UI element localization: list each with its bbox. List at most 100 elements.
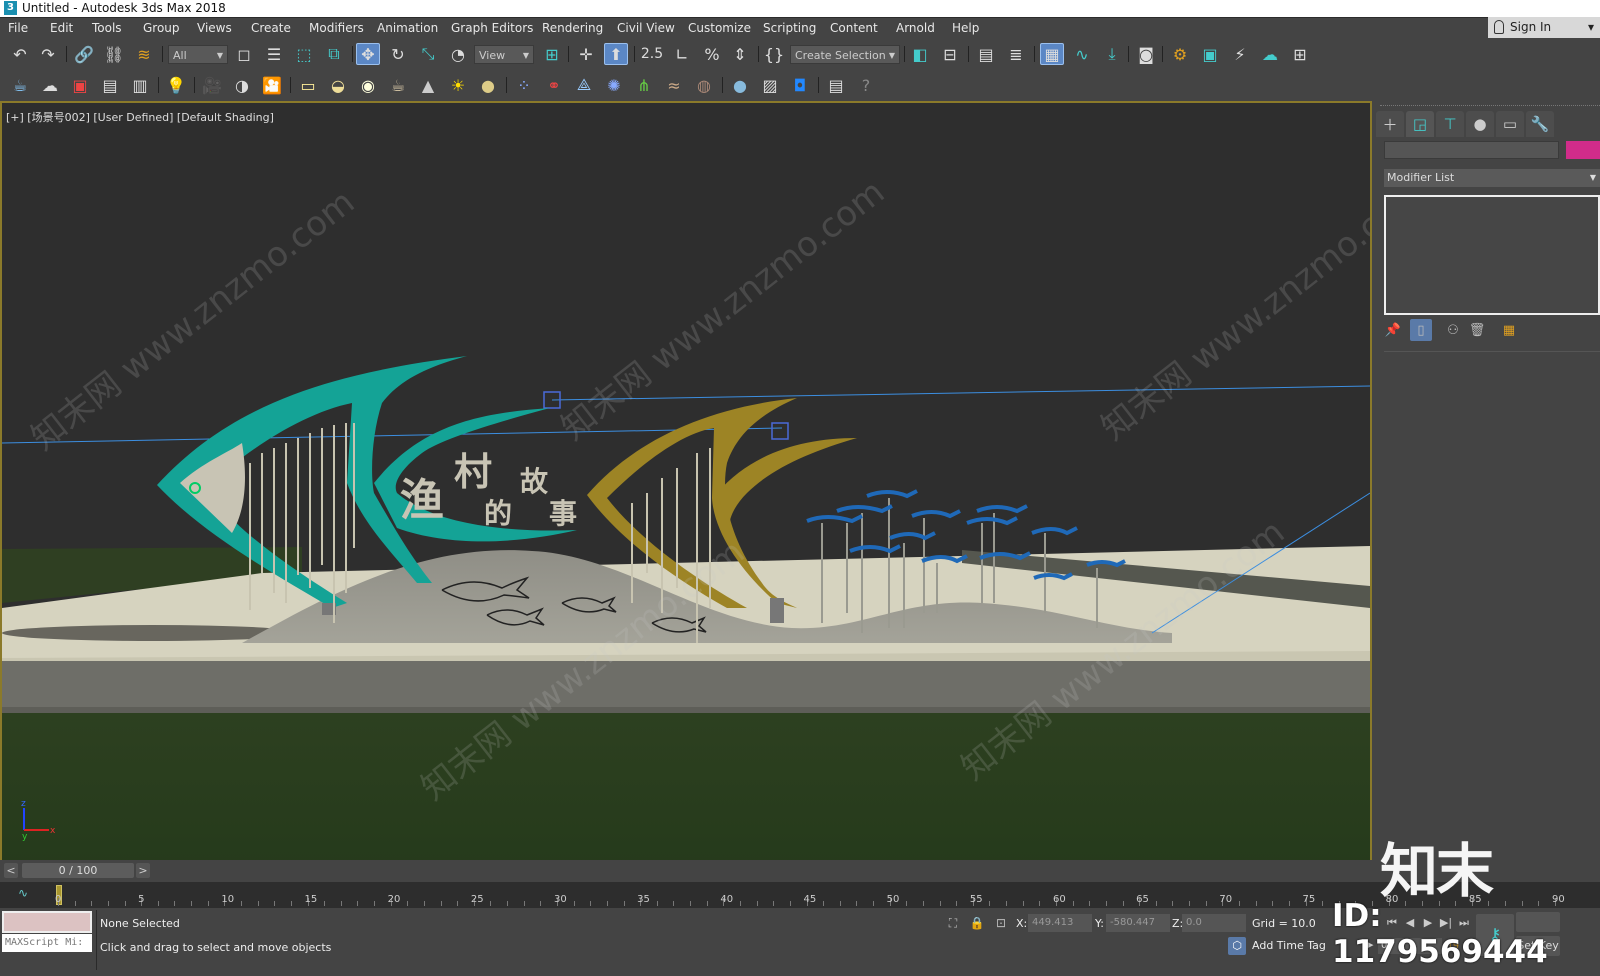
pyramid-icon[interactable]: ⟁	[572, 74, 596, 96]
select-manipulate-icon[interactable]: ✛	[574, 43, 598, 65]
unlink-icon[interactable]: ⛓	[102, 43, 126, 65]
help-icon[interactable]: ?	[854, 74, 878, 96]
grass-icon[interactable]: ⋔	[632, 74, 656, 96]
spinner-snap-icon[interactable]: ⇕	[728, 43, 752, 65]
tab-create[interactable]: ＋	[1376, 111, 1404, 137]
cloud-icon[interactable]: ☁	[38, 74, 62, 96]
camera-target-icon[interactable]: ◑	[230, 74, 254, 96]
configure-modifier-sets-icon[interactable]: ▦	[1498, 319, 1520, 341]
menu-file[interactable]: File	[8, 21, 28, 35]
grid-dots-icon[interactable]: ⁘	[512, 74, 536, 96]
menu-tools[interactable]: Tools	[92, 21, 122, 35]
select-object-icon[interactable]: ◻	[232, 43, 256, 65]
script-editor-icon[interactable]: ▤	[824, 74, 848, 96]
physical-camera-icon[interactable]: 🎦	[260, 74, 284, 96]
tab-modify[interactable]: ◲	[1406, 111, 1434, 137]
render-cloud-icon[interactable]: ☁	[1258, 43, 1282, 65]
time-next-button[interactable]: >	[136, 863, 150, 878]
menu-views[interactable]: Views	[197, 21, 232, 35]
chevron-down-icon[interactable]: ▾	[1588, 17, 1594, 38]
panel-grip[interactable]	[1380, 105, 1600, 108]
curve-editor-mini-icon[interactable]: ∿	[18, 886, 28, 900]
rendered-frame-window-icon[interactable]: ▣	[1198, 43, 1222, 65]
virus-icon[interactable]: ✺	[602, 74, 626, 96]
bind-space-warp-icon[interactable]: ≋	[132, 43, 156, 65]
link-icon[interactable]: 🔗	[72, 43, 96, 65]
reference-coordinate-dropdown[interactable]: View ▼	[474, 45, 534, 64]
angle-snap-icon[interactable]: ∟	[670, 43, 694, 65]
tab-hierarchy[interactable]: ⊤	[1436, 111, 1464, 137]
light-lister-icon[interactable]: 💡	[164, 74, 188, 96]
render-viewports-icon[interactable]: ⊞	[1288, 43, 1312, 65]
render-region-icon[interactable]: ◘	[788, 74, 812, 96]
object-color-swatch[interactable]	[1566, 141, 1600, 159]
selection-lock-icon[interactable]: 🔒	[968, 914, 986, 932]
selection-filter-dropdown[interactable]: All ▼	[168, 45, 228, 64]
sign-in-button[interactable]: Sign In ▾	[1488, 17, 1600, 38]
snaps-toggle-icon[interactable]: 2.5	[640, 43, 664, 65]
panel-icon[interactable]: ▤	[98, 74, 122, 96]
molecule-icon[interactable]: ⚭	[542, 74, 566, 96]
select-scale-icon[interactable]: ⤡	[416, 43, 440, 65]
add-time-tag-button[interactable]: ⬡ Add Time Tag	[1228, 936, 1326, 956]
material-browser-icon[interactable]: ▨	[758, 74, 782, 96]
select-place-icon[interactable]: ◔	[446, 43, 470, 65]
spot-light-icon[interactable]: ▲	[416, 74, 440, 96]
y-coordinate-field[interactable]: -580.447	[1106, 914, 1170, 932]
undo-icon[interactable]: ↶	[8, 43, 32, 65]
plane-light-icon[interactable]: ▭	[296, 74, 320, 96]
schematic-view-icon[interactable]: ⤓	[1100, 43, 1124, 65]
camera-icon[interactable]: 🎥	[200, 74, 224, 96]
select-by-name-icon[interactable]: ☰	[262, 43, 286, 65]
z-coordinate-field[interactable]: 0.0	[1182, 914, 1246, 932]
pin-stack-icon[interactable]: 📌	[1382, 319, 1404, 341]
menu-scripting[interactable]: Scripting	[763, 21, 816, 35]
x-coordinate-field[interactable]: 449.413	[1028, 914, 1092, 932]
perspective-viewport[interactable]: [+] [场景号002] [User Defined] [Default Sha…	[0, 101, 1372, 874]
percent-snap-icon[interactable]: %	[700, 43, 724, 65]
named-selection-dropdown[interactable]: Create Selection Set▼	[790, 45, 900, 81]
object-name-field[interactable]	[1384, 141, 1559, 159]
sphere-material-icon[interactable]: ●	[728, 74, 752, 96]
menu-create[interactable]: Create	[251, 21, 291, 35]
align-icon[interactable]: ⊟	[938, 43, 962, 65]
render-production-icon[interactable]: ⚡	[1228, 43, 1252, 65]
maxscript-listener-output[interactable]	[2, 911, 92, 933]
menu-arnold[interactable]: Arnold	[896, 21, 935, 35]
modifier-list-dropdown[interactable]: Modifier List ▼	[1384, 169, 1600, 187]
time-prev-button[interactable]: <	[4, 863, 18, 878]
sun-icon[interactable]: ☀	[446, 74, 470, 96]
scene-explorer-icon[interactable]: ▤	[974, 43, 998, 65]
texture-icon[interactable]: ◍	[692, 74, 716, 96]
menu-edit[interactable]: Edit	[50, 21, 73, 35]
isolate-selection-icon[interactable]: ⛶	[944, 914, 962, 932]
mesh-light-icon[interactable]: ☕	[386, 74, 410, 96]
rectangular-selection-icon[interactable]: ⬚	[292, 43, 316, 65]
pivot-center-icon[interactable]: ⊞	[540, 43, 564, 65]
menu-civil-view[interactable]: Civil View	[617, 21, 675, 35]
select-rotate-icon[interactable]: ↻	[386, 43, 410, 65]
modifier-stack[interactable]	[1384, 195, 1600, 315]
material-editor-icon[interactable]: ◙	[1134, 43, 1158, 65]
menu-animation[interactable]: Animation	[377, 21, 438, 35]
curve-editor-icon[interactable]: ∿	[1070, 43, 1094, 65]
make-unique-icon[interactable]: ⚇	[1442, 319, 1464, 341]
sky-light-icon[interactable]: ●	[476, 74, 500, 96]
layer-explorer-icon[interactable]: ≣	[1004, 43, 1028, 65]
menu-customize[interactable]: Customize	[688, 21, 751, 35]
render-setup-icon[interactable]: ⚙	[1168, 43, 1192, 65]
menu-graph-editors[interactable]: Graph Editors	[451, 21, 533, 35]
window-crossing-icon[interactable]: ⧉	[322, 43, 346, 65]
settings-panel-icon[interactable]: ▥	[128, 74, 152, 96]
maxscript-mini-listener[interactable]: MAXScript Mi:	[2, 934, 92, 952]
redo-icon[interactable]: ↷	[36, 43, 60, 65]
teapot-icon[interactable]: ☕	[8, 74, 32, 96]
menu-group[interactable]: Group	[143, 21, 180, 35]
menu-rendering[interactable]: Rendering	[542, 21, 603, 35]
menu-content[interactable]: Content	[830, 21, 878, 35]
keyboard-shortcut-override-icon[interactable]: ⬆	[604, 43, 628, 65]
remove-modifier-icon[interactable]: 🗑	[1466, 319, 1488, 341]
tab-display[interactable]: ▭	[1496, 111, 1524, 137]
absolute-mode-icon[interactable]: ⊡	[992, 914, 1010, 932]
time-slider[interactable]: 0 / 100	[22, 863, 134, 878]
